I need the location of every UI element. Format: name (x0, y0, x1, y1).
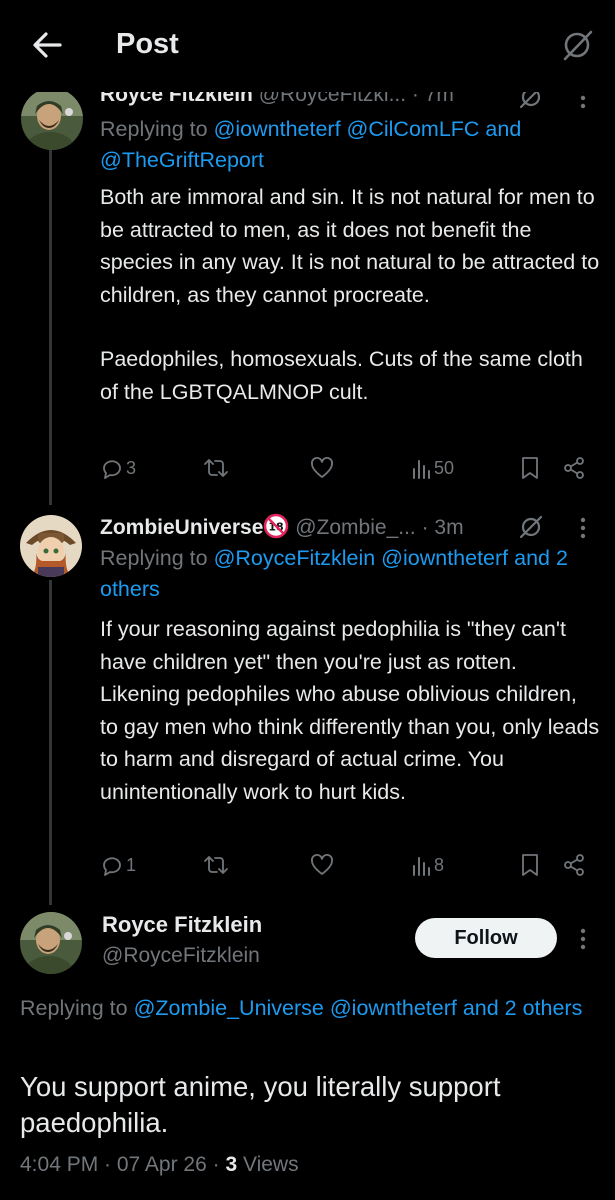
author-handle[interactable]: @Zombie_... (295, 516, 416, 539)
replying-to: Replying to @iowntheterf @CilComLFC and … (100, 117, 522, 172)
like-button[interactable] (310, 849, 334, 881)
views-count[interactable]: 3 (225, 1153, 237, 1176)
tweet-actions: 1 8 (100, 849, 600, 881)
adult-content-icon: 18 (264, 513, 289, 539)
views-button[interactable]: 8 (412, 849, 444, 881)
thread-line (49, 150, 52, 505)
share-icon (564, 854, 584, 876)
tweet-actions: 3 50 (100, 452, 600, 484)
bookmark-icon (522, 457, 538, 479)
tweet-meta-icons (510, 513, 605, 543)
top-bar: Post (0, 0, 615, 92)
share-button[interactable] (562, 452, 586, 484)
tweet-content: Replying to @RoyceFitzklein @iowntheterf… (100, 543, 600, 808)
avatar[interactable] (20, 912, 82, 974)
more-icon[interactable] (578, 515, 588, 541)
author-name[interactable]: ZombieUniverse (100, 516, 263, 539)
tweet-text: You support anime, you literally support… (20, 1071, 501, 1138)
bookmark-button[interactable] (520, 452, 540, 484)
views-button[interactable]: 50 (412, 452, 454, 484)
like-icon (311, 457, 333, 478)
replying-to: Replying to @Zombie_Universe @iowntheter… (20, 996, 583, 1020)
author-name[interactable]: Royce Fitzklein (102, 912, 262, 938)
thread-line (49, 580, 52, 905)
reply-icon (103, 857, 121, 876)
back-arrow-icon[interactable] (30, 28, 64, 62)
tweet-text: Both are immoral and sin. It is not natu… (100, 185, 600, 404)
views-icon (413, 460, 430, 479)
tweet-meta: ZombieUniverse 18 @Zombie_... · 3m (100, 513, 510, 543)
tweet-timestamp: 4:04 PM · 07 Apr 26 · 3 Views (20, 1153, 299, 1176)
repost-icon (204, 459, 228, 477)
bookmark-button[interactable] (520, 849, 540, 881)
tweet-text: If your reasoning against pedophilia is … (100, 617, 600, 804)
page-title: Post (116, 28, 179, 60)
author-handle[interactable]: @RoyceFitzklein (102, 944, 260, 968)
tweet-time: · 3m (421, 516, 464, 539)
like-button[interactable] (310, 452, 334, 484)
repost-icon (204, 856, 228, 874)
repost-button[interactable] (203, 452, 229, 484)
repost-button[interactable] (203, 849, 229, 881)
avatar[interactable] (20, 515, 82, 577)
more-icon[interactable] (578, 926, 588, 952)
reply-button[interactable]: 1 (100, 849, 136, 881)
grok-icon[interactable] (518, 514, 544, 540)
reply-icon (103, 460, 121, 479)
follow-button[interactable]: Follow (415, 918, 557, 958)
reply-button[interactable]: 3 (100, 452, 136, 484)
like-icon (311, 854, 333, 875)
avatar[interactable] (21, 88, 83, 150)
bookmark-icon (522, 854, 538, 876)
reply-mentions[interactable]: @Zombie_Universe @iowntheterf and 2 othe… (134, 996, 583, 1020)
grok-icon[interactable] (560, 28, 594, 62)
tweet-content: Replying to @iowntheterf @CilComLFC and … (100, 114, 600, 408)
share-icon (564, 457, 584, 479)
views-icon (413, 857, 430, 876)
share-button[interactable] (562, 849, 586, 881)
replying-to: Replying to @RoyceFitzklein @iowntheterf… (100, 546, 568, 601)
